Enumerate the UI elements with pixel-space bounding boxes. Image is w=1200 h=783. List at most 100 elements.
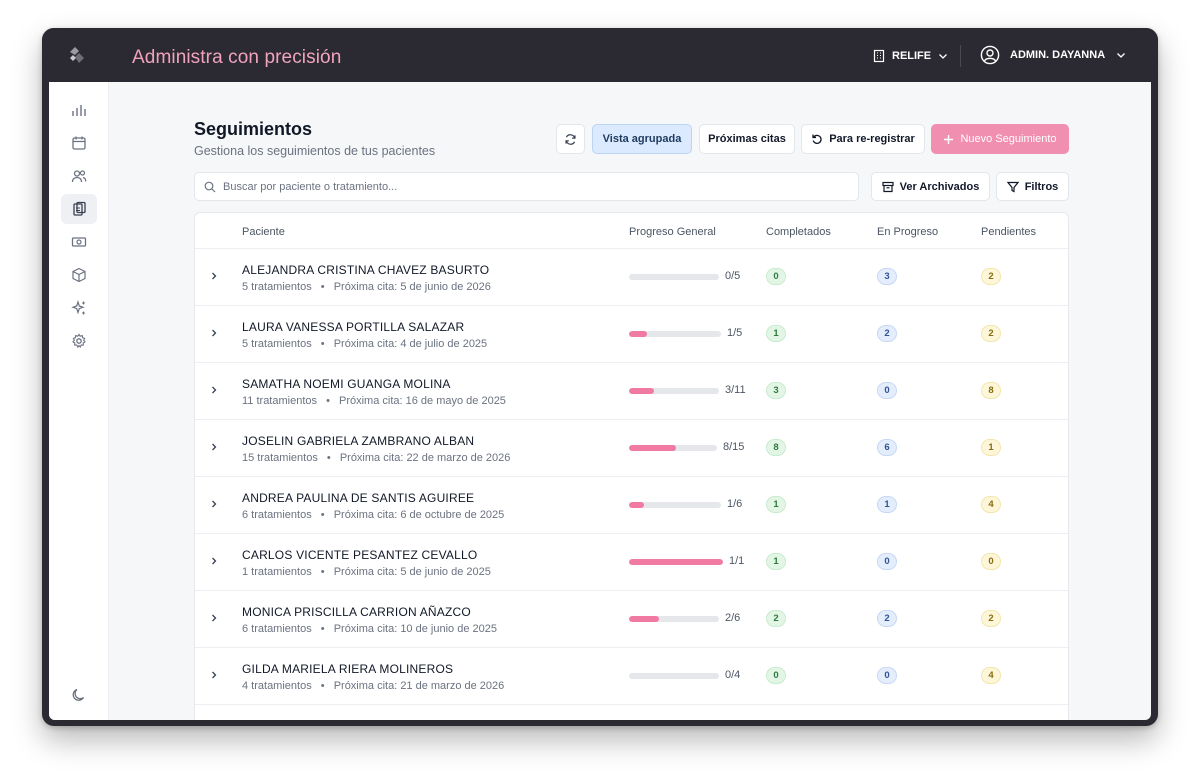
bullet-separator: •: [320, 281, 325, 293]
grouped-view-button[interactable]: Vista agrupada: [592, 124, 692, 154]
chevron-right-icon[interactable]: [209, 556, 219, 566]
patient-name[interactable]: SAMATHA NOEMI GUANGA MOLINA: [242, 377, 451, 391]
building-icon: [873, 49, 885, 63]
treatment-count: 11 tratamientos: [242, 395, 318, 407]
pending-badge: 0: [981, 553, 1001, 570]
in-progress-badge: 1: [877, 496, 897, 513]
progress-bar: [629, 502, 721, 508]
progress-bar-fill: [629, 331, 648, 337]
table-row[interactable]: JOSELIN GABRIELA ZAMBRANO ALBAN 15 trata…: [195, 420, 1068, 477]
patient-meta: 15 tratamientos • Próxima cita: 22 de ma…: [242, 452, 510, 464]
chevron-right-icon[interactable]: [209, 385, 219, 395]
bullet-separator: •: [326, 452, 331, 464]
pending-badge: 1: [981, 439, 1001, 456]
next-appointment: Próxima cita: 5 de junio de 2026: [333, 281, 491, 293]
patient-name[interactable]: MONICA PRISCILLA CARRION AÑAZCO: [242, 605, 471, 619]
chevron-right-icon[interactable]: [209, 499, 219, 509]
followups-table: Paciente Progreso General Completados En…: [194, 212, 1069, 720]
chevron-right-icon[interactable]: [209, 670, 219, 680]
progress-bar-fill: [629, 616, 659, 622]
progress-bar-fill: [629, 388, 654, 394]
patient-name[interactable]: ALEJANDRA CRISTINA CHAVEZ BASURTO: [242, 263, 489, 277]
patient-name[interactable]: JOSELIN GABRIELA ZAMBRANO ALBAN: [242, 434, 474, 448]
patient-name[interactable]: ANDREA PAULINA DE SANTIS AGUIREE: [242, 491, 474, 505]
filters-button[interactable]: Filtros: [996, 172, 1069, 201]
sidebar-item-patients[interactable]: [61, 161, 97, 191]
patient-meta: 5 tratamientos • Próxima cita: 4 de juli…: [242, 338, 487, 350]
sidebar-item-payments[interactable]: [61, 227, 97, 257]
reregister-button[interactable]: Para re-registrar: [801, 124, 925, 154]
table-row[interactable]: [195, 705, 1068, 720]
table-row[interactable]: ALEJANDRA CRISTINA CHAVEZ BASURTO 5 trat…: [195, 249, 1068, 306]
filters-label: Filtros: [1024, 180, 1059, 193]
bullet-separator: •: [320, 680, 325, 692]
sidebar-item-inventory[interactable]: [61, 260, 97, 290]
column-header-in-progress[interactable]: En Progreso: [877, 226, 938, 238]
sparkles-icon: [71, 300, 85, 315]
bar-chart-icon: [72, 105, 86, 116]
column-header-pending[interactable]: Pendientes: [981, 226, 1036, 238]
sidebar-item-calendar[interactable]: [61, 128, 97, 158]
upcoming-appointments-button[interactable]: Próximas citas: [699, 124, 795, 154]
table-row[interactable]: GILDA MARIELA RIERA MOLINEROS 4 tratamie…: [195, 648, 1068, 705]
patient-meta: 11 tratamientos • Próxima cita: 16 de ma…: [242, 395, 506, 407]
table-row[interactable]: SAMATHA NOEMI GUANGA MOLINA 11 tratamien…: [195, 363, 1068, 420]
patient-name[interactable]: GILDA MARIELA RIERA MOLINEROS: [242, 662, 453, 676]
sidebar-item-followups[interactable]: [61, 194, 97, 224]
in-progress-badge: 2: [877, 325, 897, 342]
treatment-count: 6 tratamientos: [242, 623, 312, 635]
search-input[interactable]: [223, 173, 843, 200]
moon-icon: [72, 688, 85, 701]
in-progress-badge: 0: [877, 382, 897, 399]
progress-ratio: 2/6: [725, 612, 741, 624]
progress-ratio: 0/5: [725, 270, 741, 282]
top-bar: Administra con precisión RELIFE ADMIN. D…: [42, 28, 1158, 82]
bullet-separator: •: [326, 395, 330, 407]
user-menu[interactable]: ADMIN. DAYANNA: [980, 45, 1127, 65]
refresh-button[interactable]: [556, 124, 585, 154]
sidebar-item-dashboard[interactable]: [61, 95, 97, 125]
refresh-icon: [565, 133, 576, 145]
column-header-completed[interactable]: Completados: [766, 226, 831, 238]
organization-selector[interactable]: RELIFE: [872, 49, 949, 63]
view-archived-label: Ver Archivados: [899, 180, 980, 193]
progress-ratio: 3/11: [725, 384, 746, 396]
progress-bar: [629, 559, 723, 565]
chevron-down-icon: [939, 54, 948, 59]
progress-bar-fill: [629, 559, 723, 565]
in-progress-badge: 6: [877, 439, 897, 456]
treatment-count: 1 tratamientos: [242, 566, 312, 578]
page-subtitle: Gestiona los seguimientos de tus pacient…: [194, 144, 436, 158]
bullet-separator: •: [320, 566, 325, 578]
logo-icon[interactable]: [66, 45, 88, 67]
table-row[interactable]: ANDREA PAULINA DE SANTIS AGUIREE 6 trata…: [195, 477, 1068, 534]
patient-name[interactable]: LAURA VANESSA PORTILLA SALAZAR: [242, 320, 464, 334]
next-appointment: Próxima cita: 21 de marzo de 2026: [333, 680, 505, 692]
progress-ratio: 1/6: [727, 498, 743, 510]
table-row[interactable]: MONICA PRISCILLA CARRION AÑAZCO 6 tratam…: [195, 591, 1068, 648]
new-followup-button[interactable]: Nuevo Seguimiento: [931, 124, 1069, 154]
chevron-right-icon[interactable]: [209, 328, 219, 338]
pending-badge: 2: [981, 325, 1001, 342]
next-appointment: Próxima cita: 4 de julio de 2025: [333, 338, 488, 350]
chevron-right-icon[interactable]: [209, 271, 219, 281]
next-appointment: Próxima cita: 22 de marzo de 2026: [339, 452, 511, 464]
patient-meta: 4 tratamientos • Próxima cita: 21 de mar…: [242, 680, 504, 692]
plus-icon: [944, 134, 954, 144]
patient-meta: 5 tratamientos • Próxima cita: 5 de juni…: [242, 281, 491, 293]
view-archived-button[interactable]: Ver Archivados: [871, 172, 990, 201]
chevron-right-icon[interactable]: [209, 442, 219, 452]
sidebar-item-ai[interactable]: [61, 293, 97, 323]
column-header-progress[interactable]: Progreso General: [629, 226, 716, 238]
table-row[interactable]: LAURA VANESSA PORTILLA SALAZAR 5 tratami…: [195, 306, 1068, 363]
sidebar-item-settings[interactable]: [61, 326, 97, 356]
completed-badge: 2: [766, 610, 786, 627]
patient-name[interactable]: CARLOS VICENTE PESANTEZ CEVALLO: [242, 548, 477, 562]
theme-toggle[interactable]: [61, 680, 97, 710]
progress-bar-fill: [629, 445, 676, 451]
table-row[interactable]: CARLOS VICENTE PESANTEZ CEVALLO 1 tratam…: [195, 534, 1068, 591]
pending-badge: 2: [981, 610, 1001, 627]
pending-badge: 2: [981, 268, 1001, 285]
column-header-patient[interactable]: Paciente: [242, 226, 285, 238]
chevron-right-icon[interactable]: [209, 613, 219, 623]
